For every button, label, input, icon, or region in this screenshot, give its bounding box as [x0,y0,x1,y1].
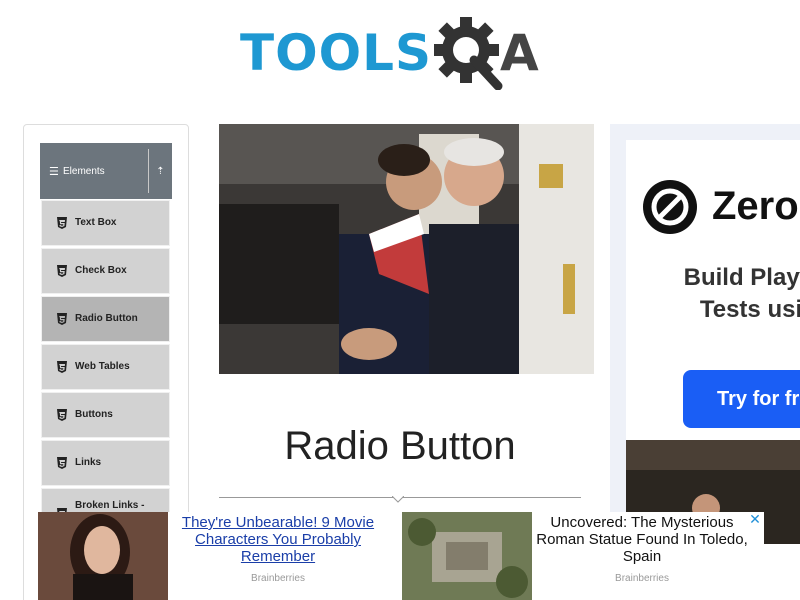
logo-text: TOOLS [240,24,432,82]
try-for-free-button[interactable]: Try for fre [683,370,800,428]
html5-icon [57,217,67,229]
ad-headline-link[interactable]: They're Unbearable! 9 Movie Characters Y… [168,514,388,565]
collapse-arrow-icon[interactable]: ⇡ [149,166,172,177]
html5-icon [57,361,67,373]
ad-button-label: Try for fre [717,387,800,410]
ad-headline-line1: Build Playw [683,264,800,291]
logo-suffix: A [500,24,539,82]
group-header-elements[interactable]: ☰ Elements ⇡ [40,143,172,199]
page: TOOLS A ☰ Elements ⇡ Text Box Check Box … [0,0,800,600]
sidebar-item-label: Check Box [75,265,127,276]
toolsqa-logo[interactable]: TOOLS A [240,14,539,92]
news-photo[interactable] [219,124,594,374]
ad-thumbnail[interactable] [402,512,532,600]
zerostep-logo-icon [643,180,697,234]
html5-icon [57,409,67,421]
sidebar-item-label: Web Tables [75,361,130,372]
sidebar-item-label: Broken Links - [75,500,145,511]
sidebar-item-radio-button[interactable]: Radio Button [41,296,170,342]
gear-magnifier-icon [434,17,503,90]
html5-icon [57,265,67,277]
sidebar-item-label: Links [75,457,102,468]
hamburger-icon: ☰ [49,165,59,178]
sidebar-item-links[interactable]: Links [41,440,170,486]
close-icon[interactable]: ✕ [748,512,762,526]
group-label: Elements [63,165,105,177]
sidebar-item-label: Buttons [75,409,113,420]
ad-headline[interactable]: Uncovered: The Mysterious Roman Statue F… [532,514,752,565]
bottom-advertisement[interactable]: They're Unbearable! 9 Movie Characters Y… [38,512,764,600]
ad-brand: Zero [712,184,799,228]
ad-card[interactable]: Zero Build Playw Tests usi Try for fre [626,140,800,440]
html5-icon [57,457,67,469]
sidebar-item-web-tables[interactable]: Web Tables [41,344,170,390]
ad-source: Brainberries [251,573,305,584]
page-title: Radio Button [284,424,516,468]
ad-headline-line2: Tests usi [699,296,800,323]
sidebar-item-label: Text Box [75,217,117,228]
news-photo-graphic [219,124,594,374]
sidebar-item-label: Radio Button [75,313,138,324]
ad-thumbnail[interactable] [38,512,168,600]
sidebar-item-check-box[interactable]: Check Box [41,248,170,294]
sidebar-item-text-box[interactable]: Text Box [41,200,170,246]
ad-source: Brainberries [615,573,669,584]
side-advertisement[interactable]: Zero Build Playw Tests usi Try for fre [610,124,800,544]
html5-icon [57,313,67,325]
caret-down-icon [392,496,404,503]
sidebar-item-buttons[interactable]: Buttons [41,392,170,438]
